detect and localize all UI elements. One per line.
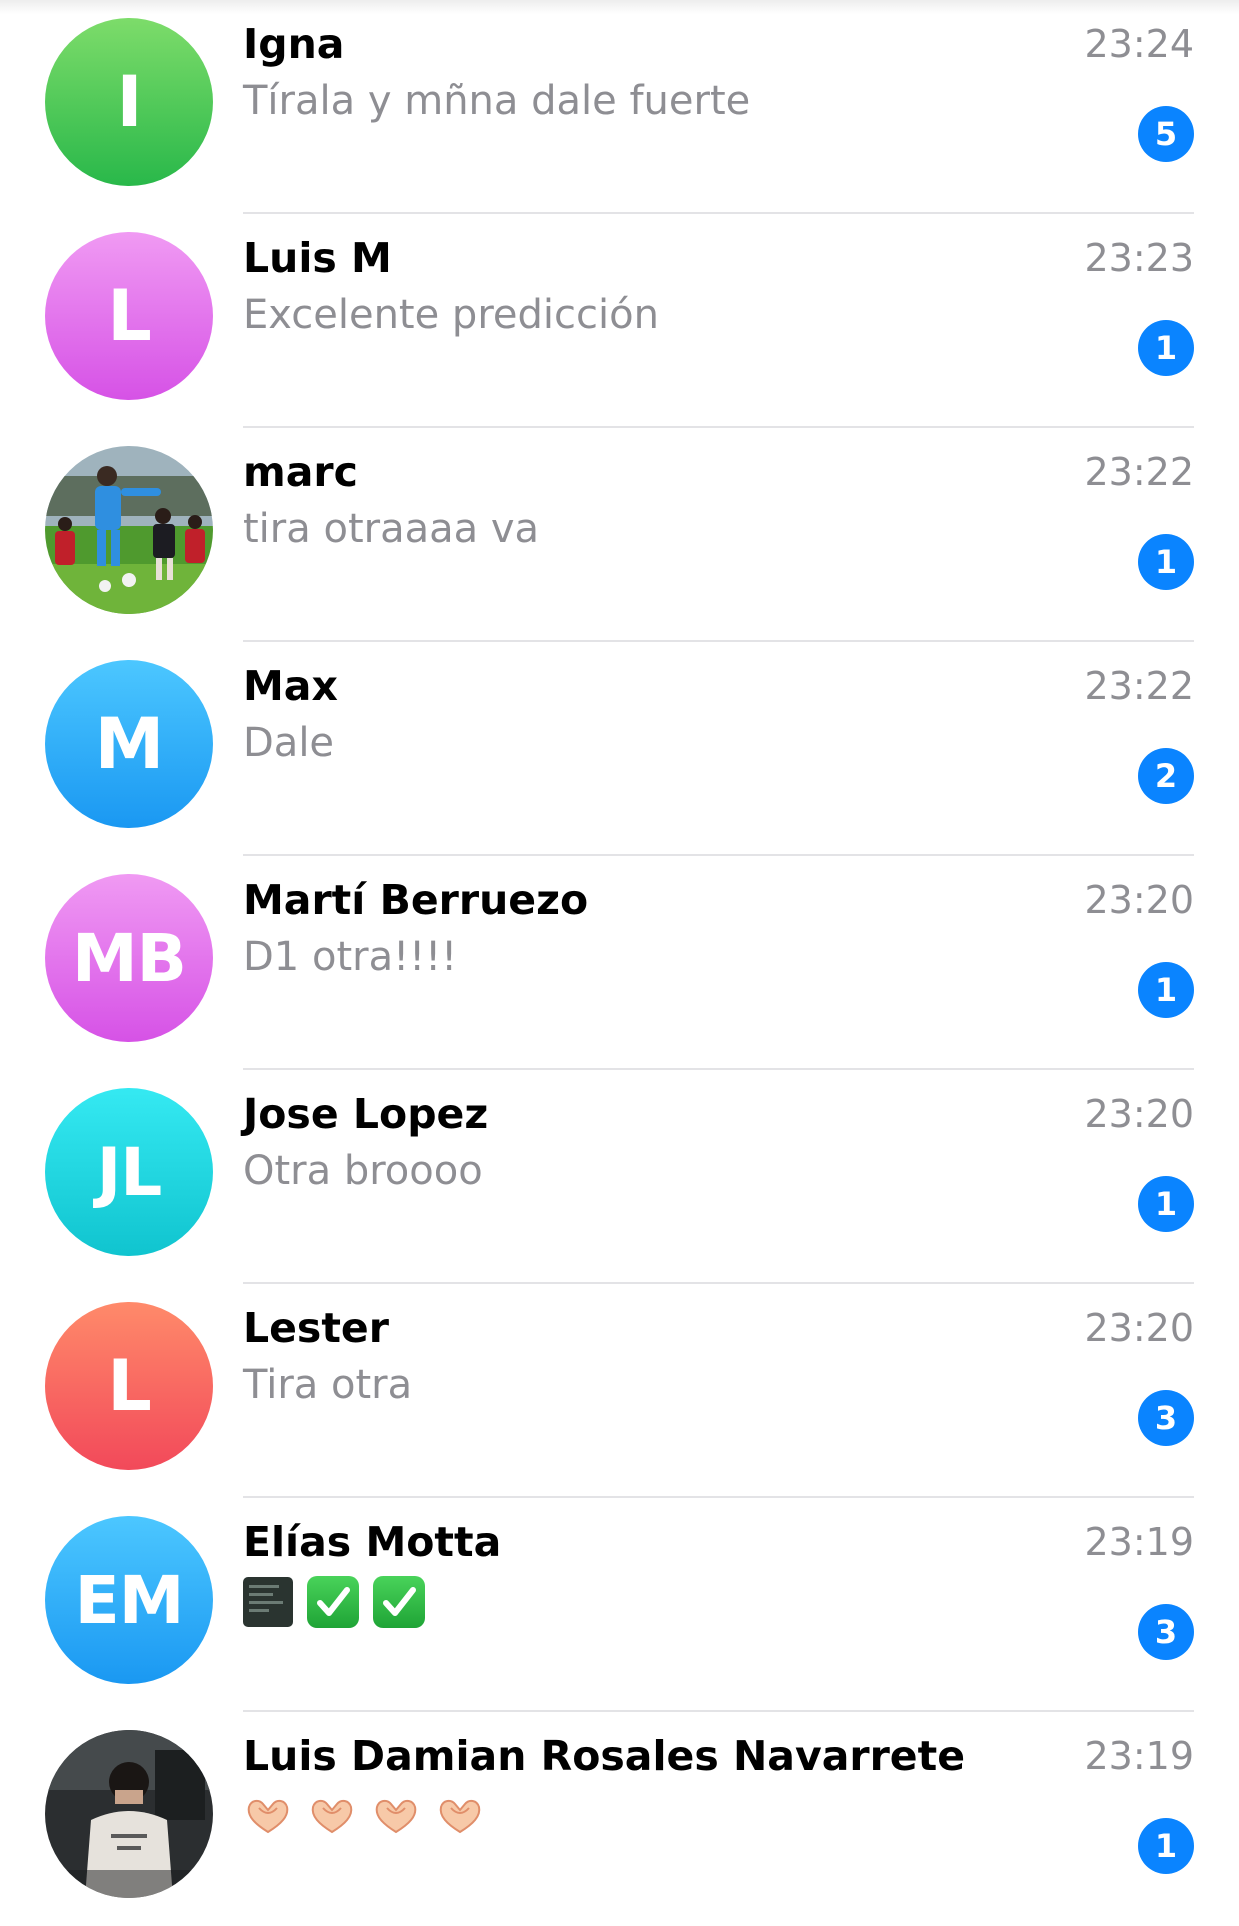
check-mark-button-icon (373, 1576, 425, 1628)
check-mark-button-icon (307, 1576, 359, 1628)
avatar-initials: M (94, 703, 165, 785)
chat-row[interactable]: Luis Damian Rosales Navarrete 23:19 1 (0, 1712, 1239, 1926)
football-training-photo-icon (45, 446, 213, 614)
avatar: EM (45, 1516, 213, 1684)
unread-badge: 1 (1138, 1176, 1194, 1232)
avatar: L (45, 232, 213, 400)
unread-badge: 1 (1138, 320, 1194, 376)
avatar-initials: MB (72, 919, 187, 997)
chat-row[interactable]: M Max 23:22 Dale 2 (0, 642, 1239, 856)
chat-row[interactable]: marc 23:22 tira otraaaa va 1 (0, 428, 1239, 642)
chat-time: 23:22 (1084, 450, 1194, 494)
unread-badge: 2 (1138, 748, 1194, 804)
heart-hands-icon (311, 1799, 353, 1834)
person-photo-icon (45, 1730, 213, 1898)
chat-preview: Tira otra (243, 1362, 413, 1408)
chat-preview: Excelente predicción (243, 292, 659, 338)
chat-name: Max (243, 662, 338, 710)
avatar: JL (45, 1088, 213, 1256)
heart-hands-icon (375, 1799, 417, 1834)
chat-time: 23:20 (1084, 1092, 1194, 1136)
heart-hands-icon (247, 1799, 289, 1834)
chat-preview: Otra broooo (243, 1148, 483, 1194)
chat-time: 23:19 (1084, 1734, 1194, 1778)
avatar-initials: I (116, 61, 142, 143)
chat-name: Luis Damian Rosales Navarrete (243, 1732, 966, 1780)
chat-time: 23:20 (1084, 1306, 1194, 1350)
chat-name: Luis M (243, 234, 392, 282)
avatar: MB (45, 874, 213, 1042)
chat-preview: D1 otra!!!! (243, 934, 458, 980)
chat-row[interactable]: JL Jose Lopez 23:20 Otra broooo 1 (0, 1070, 1239, 1284)
chat-time: 23:19 (1084, 1520, 1194, 1564)
unread-badge: 1 (1138, 534, 1194, 590)
chat-time: 23:22 (1084, 664, 1194, 708)
avatar-initials: JL (96, 1133, 163, 1211)
heart-hands-icon (439, 1799, 481, 1834)
chat-preview (243, 1576, 425, 1628)
unread-badge: 3 (1138, 1390, 1194, 1446)
chat-preview: Dale (243, 720, 335, 766)
chat-name: marc (243, 448, 358, 496)
chat-time: 23:23 (1084, 236, 1194, 280)
image-thumbnail-icon (243, 1577, 293, 1627)
chat-row[interactable]: L Luis M 23:23 Excelente predicción 1 (0, 214, 1239, 428)
avatar-initials: L (107, 1345, 152, 1427)
unread-badge: 3 (1138, 1604, 1194, 1660)
chat-name: Lester (243, 1304, 389, 1352)
chat-row[interactable]: EM Elías Motta 23:19 3 (0, 1498, 1239, 1712)
avatar: L (45, 1302, 213, 1470)
avatar: I (45, 18, 213, 186)
chat-name: Martí Berruezo (243, 876, 589, 924)
chat-time: 23:24 (1084, 22, 1194, 66)
chat-preview: Tírala y mñna dale fuerte (243, 78, 751, 124)
unread-badge: 1 (1138, 962, 1194, 1018)
chat-name: Igna (243, 20, 345, 68)
avatar-initials: L (107, 275, 152, 357)
chat-preview: tira otraaaa va (243, 506, 540, 552)
avatar-initials: EM (74, 1561, 185, 1639)
unread-badge: 1 (1138, 1818, 1194, 1874)
chat-row[interactable]: L Lester 23:20 Tira otra 3 (0, 1284, 1239, 1498)
chat-name: Elías Motta (243, 1518, 502, 1566)
avatar: M (45, 660, 213, 828)
chat-preview (243, 1796, 485, 1836)
chat-row[interactable]: MB Martí Berruezo 23:20 D1 otra!!!! 1 (0, 856, 1239, 1070)
chat-row[interactable]: I Igna 23:24 Tírala y mñna dale fuerte 5 (0, 0, 1239, 214)
chat-name: Jose Lopez (243, 1090, 489, 1138)
chat-time: 23:20 (1084, 878, 1194, 922)
unread-badge: 5 (1138, 106, 1194, 162)
